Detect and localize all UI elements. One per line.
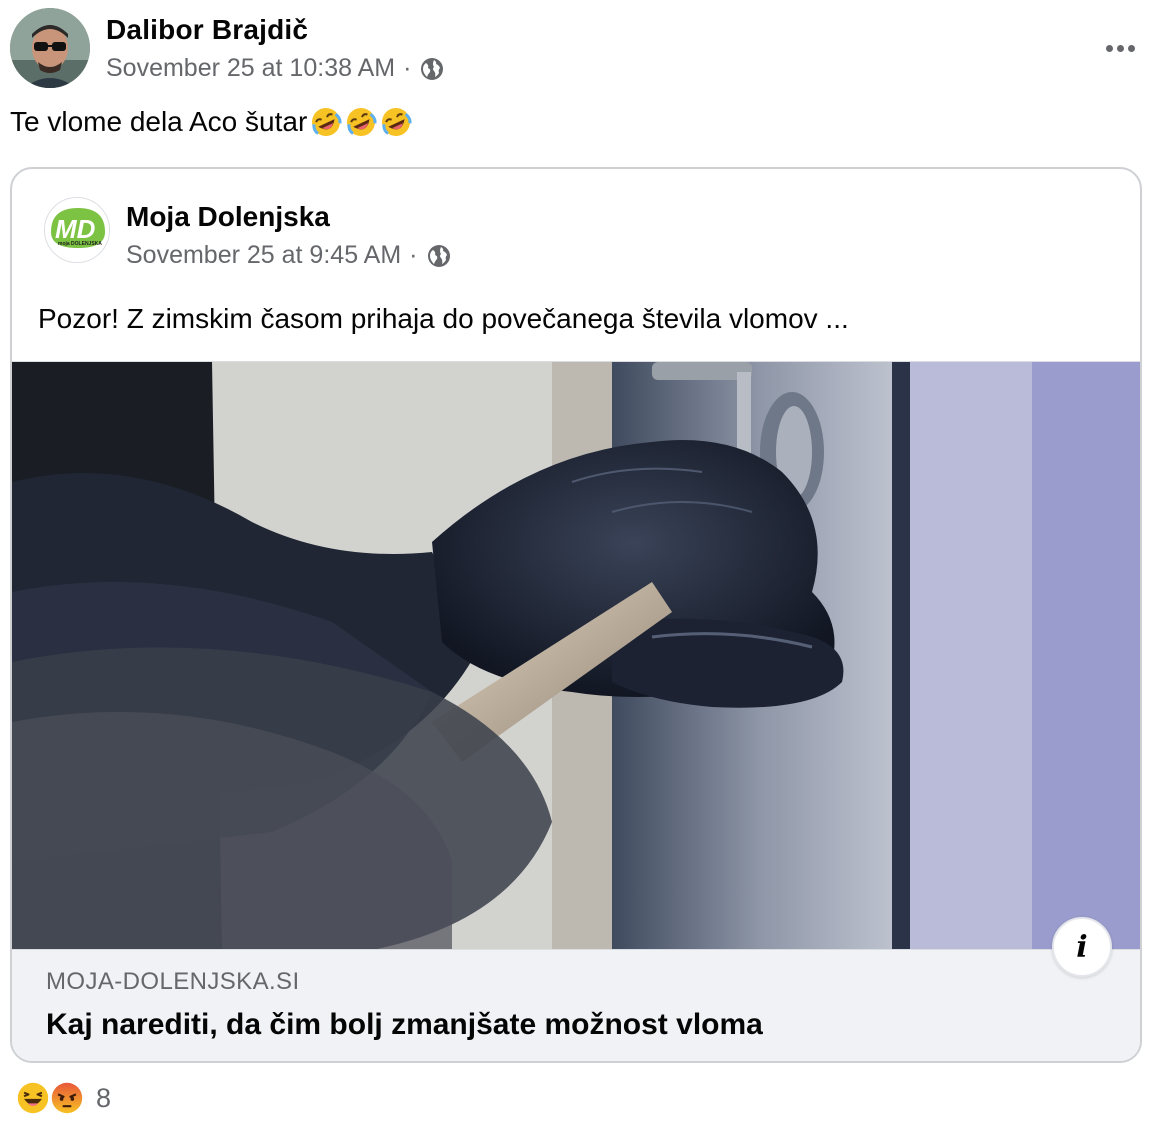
post-text-content: Te vlome dela Aco šutar (10, 106, 308, 137)
rolling-on-floor-laughing-icon (312, 108, 342, 136)
page-logo-subtext: moja DOLENJSKA (58, 241, 102, 247)
meta-separator: · (409, 241, 418, 269)
angry-icon (48, 1079, 86, 1117)
more-horizontal-icon (1105, 44, 1113, 52)
reactions-summary[interactable]: 8 (14, 1078, 111, 1118)
shared-post-text: Pozor! Z zimskim časom prihaja do poveča… (38, 303, 849, 334)
post-text: Te vlome dela Aco šutar (10, 106, 412, 138)
author-name[interactable]: Dalibor Brajdič (106, 14, 308, 46)
meta-separator: · (403, 54, 412, 82)
page-logo-text: MD (55, 214, 96, 244)
page-name[interactable]: Moja Dolenjska (126, 201, 330, 233)
post-timestamp[interactable]: Sovember 25 at 10:38 AM (106, 54, 395, 83)
globe-icon[interactable] (419, 56, 445, 82)
author-avatar[interactable] (10, 8, 90, 88)
link-preview-footer[interactable]: MOJA-DOLENJSKA.SI Kaj narediti, da čim b… (12, 949, 1140, 1061)
info-button[interactable]: i (1052, 917, 1112, 977)
more-options-button[interactable] (1096, 28, 1144, 68)
rolling-on-floor-laughing-icon (347, 108, 377, 136)
link-domain: MOJA-DOLENJSKA.SI (46, 968, 300, 995)
shared-timestamp[interactable]: Sovember 25 at 9:45 AM (126, 241, 401, 270)
link-title[interactable]: Kaj narediti, da čim bolj zmanjšate možn… (46, 1008, 763, 1042)
page-logo[interactable]: MD moja DOLENJSKA (44, 197, 110, 263)
shared-post-card[interactable]: MD moja DOLENJSKA Moja Dolenjska Sovembe… (10, 167, 1142, 1063)
globe-icon[interactable] (426, 243, 452, 269)
post-meta: Sovember 25 at 10:38 AM · (106, 54, 445, 83)
link-preview-image[interactable] (12, 361, 1140, 949)
rolling-on-floor-laughing-icon (382, 108, 412, 136)
info-icon: i (1076, 929, 1088, 965)
post-header: Dalibor Brajdič Sovember 25 at 10:38 AM … (10, 8, 1152, 88)
haha-icon (14, 1079, 52, 1117)
shared-meta: Sovember 25 at 9:45 AM · (126, 241, 452, 270)
reaction-count[interactable]: 8 (96, 1083, 111, 1114)
